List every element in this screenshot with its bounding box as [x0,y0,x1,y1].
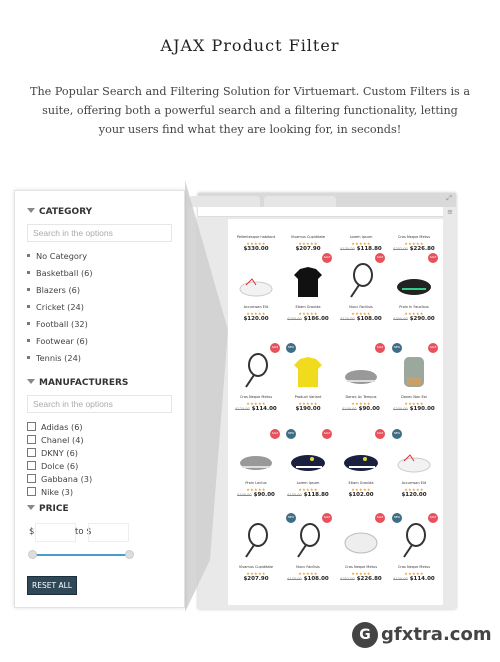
price-slider-min-handle[interactable] [28,550,37,559]
category-option[interactable]: Blazers (6) [27,285,80,295]
manufacturer-label: DKNY (6) [41,448,78,458]
manufacturer-label: Adidas (6) [41,422,83,432]
checkbox[interactable] [27,487,36,496]
price-from-input[interactable] [35,523,76,542]
price-slider-track[interactable] [33,554,131,556]
manufacturer-option[interactable]: Adidas (6) [27,422,83,432]
manufacturer-option[interactable]: Nike (3) [27,487,73,497]
collapse-icon [27,208,35,213]
watermark-logo: Ggfxtra.com [352,622,492,648]
category-option[interactable]: No Category [27,251,87,261]
category-option[interactable]: Basketball (6) [27,268,93,278]
category-heading[interactable]: CATEGORY [27,207,92,217]
manufacturer-label: Gabbana (3) [41,474,93,484]
checkbox[interactable] [27,422,36,431]
price-to-input[interactable] [88,523,129,542]
collapse-icon [27,505,35,510]
checkbox[interactable] [27,435,36,444]
category-option[interactable]: Footwear (6) [27,336,88,346]
category-title: CATEGORY [39,207,93,217]
category-search-input[interactable]: Search in the options [27,224,172,242]
category-option[interactable]: Football (32) [27,319,88,329]
reset-all-button[interactable]: RESET ALL [27,576,77,595]
price-title: PRICE [39,504,69,514]
price-slider-max-handle[interactable] [125,550,134,559]
price-heading[interactable]: PRICE [27,504,69,514]
manufacturer-option[interactable]: Dolce (6) [27,461,78,471]
category-option[interactable]: Cricket (24) [27,302,84,312]
collapse-icon [27,379,35,384]
manufacturer-label: Chanel (4) [41,435,84,445]
manufacturers-title: MANUFACTURERS [39,378,129,388]
category-option[interactable]: Tennis (24) [27,353,81,363]
checkbox[interactable] [27,474,36,483]
manufacturer-label: Dolce (6) [41,461,79,471]
manufacturer-option[interactable]: DKNY (6) [27,448,78,458]
price-from-prefix: $ [29,527,35,537]
filter-panel: CATEGORY Search in the options No Catego… [14,190,185,608]
manufacturer-option[interactable]: Gabbana (3) [27,474,92,484]
manufacturer-label: Nike (3) [41,487,74,497]
checkbox[interactable] [27,461,36,470]
manufacturer-option[interactable]: Chanel (4) [27,435,84,445]
manufacturers-heading[interactable]: MANUFACTURERS [27,378,128,388]
checkbox[interactable] [27,448,36,457]
manufacturers-search-input[interactable]: Search in the options [27,395,172,413]
